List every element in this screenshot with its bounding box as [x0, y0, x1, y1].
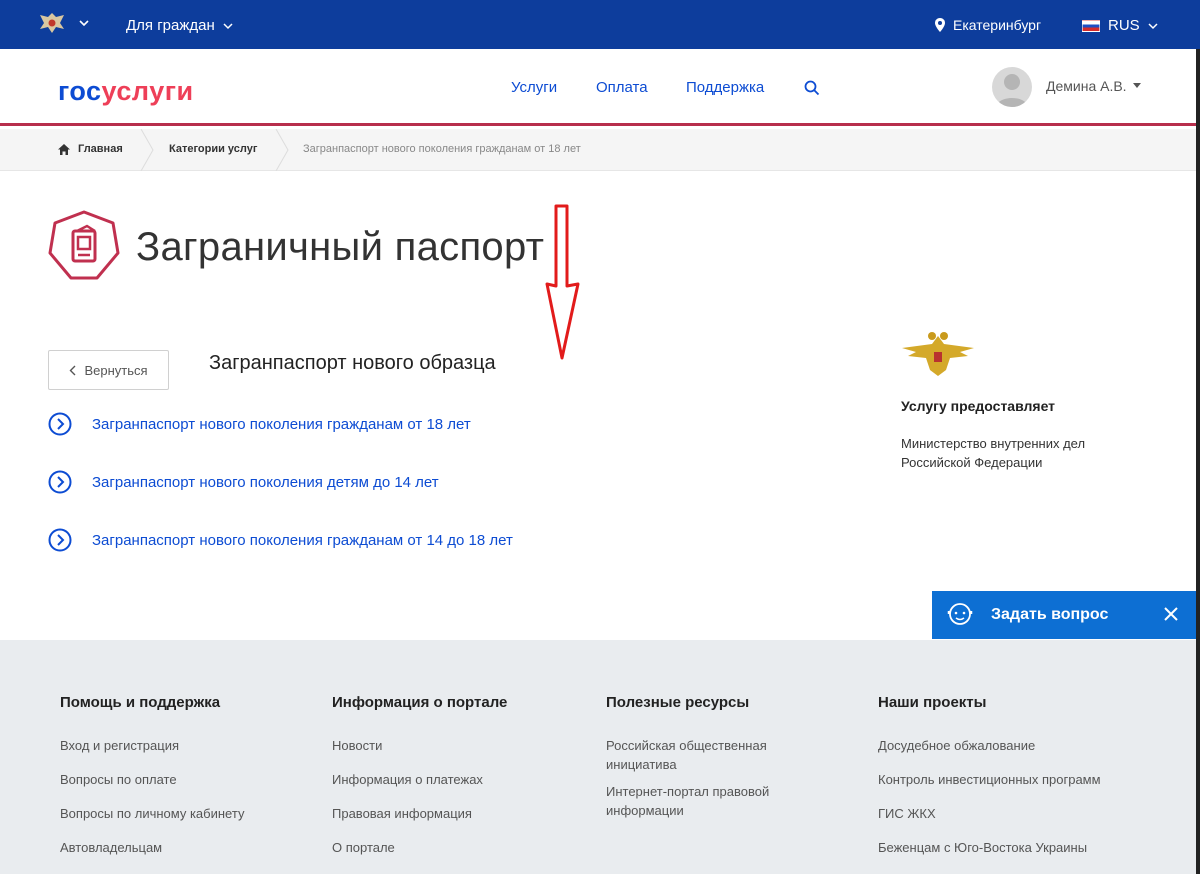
footer-link[interactable]: Интернет-портал правовой информации	[606, 782, 796, 820]
logo-part-gos: гос	[58, 76, 102, 106]
footer-link[interactable]: Досудебное обжалование	[878, 736, 1128, 755]
caret-down-icon	[1132, 83, 1141, 88]
section-subtitle: Загранпаспорт нового образца	[209, 352, 496, 374]
annotation-arrow	[545, 204, 580, 360]
language-selector[interactable]: RUS	[1082, 17, 1158, 34]
window-edge	[1196, 49, 1200, 874]
footer-link[interactable]: Автовладельцам	[60, 838, 310, 857]
chevron-left-icon	[69, 365, 76, 375]
nav-services[interactable]: Услуги	[511, 79, 557, 96]
footer-column-title: Наши проекты	[878, 694, 987, 711]
footer-link[interactable]: ГИС ЖКХ	[878, 804, 1128, 823]
breadcrumb-categories[interactable]: Категории услуг	[169, 143, 257, 155]
ask-question-widget[interactable]: Задать вопрос	[932, 591, 1196, 639]
service-link[interactable]: Загранпаспорт нового поколения детям до …	[48, 470, 439, 494]
location-pin-icon	[935, 18, 945, 32]
chevron-down-icon	[1148, 22, 1158, 29]
footer-column-info: Информация о портале Новости Информация …	[332, 694, 582, 872]
city-selector[interactable]: Екатеринбург	[935, 17, 1041, 33]
footer-link[interactable]: Контроль инвестиционных программ	[878, 770, 1128, 789]
footer-column-help: Помощь и поддержка Вход и регистрация Во…	[60, 694, 310, 872]
footer-link[interactable]: Российская общественная инициатива	[606, 736, 796, 774]
service-link[interactable]: Загранпаспорт нового поколения гражданам…	[48, 412, 471, 436]
footer-column-projects: Наши проекты Досудебное обжалование Конт…	[878, 694, 1128, 872]
support-agent-icon	[947, 603, 973, 625]
audience-label: Для граждан	[126, 17, 215, 34]
breadcrumb-separator	[140, 129, 154, 171]
close-icon[interactable]	[1162, 605, 1180, 623]
footer-column-title: Помощь и поддержка	[60, 694, 221, 711]
site-header: госуслуги Услуги Оплата Поддержка Демина…	[0, 49, 1200, 126]
footer-link[interactable]: Вопросы по оплате	[60, 770, 310, 789]
home-icon[interactable]	[58, 144, 70, 155]
nav-payment[interactable]: Оплата	[596, 79, 648, 96]
back-button-label: Вернуться	[84, 362, 148, 378]
footer-link[interactable]: Вход и регистрация	[60, 736, 310, 755]
service-link-label: Загранпаспорт нового поколения гражданам…	[92, 531, 513, 549]
breadcrumb-current: Загранпаспорт нового поколения гражданам…	[303, 143, 581, 155]
provider-name: Министерство внутренних дел Российской Ф…	[901, 436, 1086, 470]
service-link-label: Загранпаспорт нового поколения гражданам…	[92, 415, 471, 433]
footer-link[interactable]: Вопросы по личному кабинету	[60, 804, 310, 823]
chevron-down-icon[interactable]	[78, 17, 90, 29]
breadcrumb-home[interactable]: Главная	[78, 143, 123, 155]
circle-arrow-icon	[48, 412, 72, 436]
service-link-label: Загранпаспорт нового поколения детям до …	[92, 473, 439, 491]
search-icon[interactable]	[804, 80, 820, 96]
page-title: Заграничный паспорт	[136, 225, 545, 269]
mvd-eagle-emblem	[902, 332, 974, 376]
footer-column-title: Полезные ресурсы	[606, 694, 750, 711]
city-label: Екатеринбург	[953, 17, 1042, 33]
footer-column-title: Информация о портале	[332, 694, 508, 711]
language-label: RUS	[1108, 17, 1140, 34]
breadcrumb-separator	[275, 129, 289, 171]
avatar[interactable]	[992, 67, 1032, 107]
site-footer: Помощь и поддержка Вход и регистрация Во…	[0, 640, 1200, 874]
ask-question-label: Задать вопрос	[991, 606, 1109, 623]
footer-link[interactable]: Правовая информация	[332, 804, 582, 823]
circle-arrow-icon	[48, 528, 72, 552]
footer-link[interactable]: Беженцам с Юго-Востока Украины	[878, 838, 1128, 857]
circle-arrow-icon	[48, 470, 72, 494]
passport-icon	[48, 210, 120, 280]
top-bar: Для граждан Екатеринбург RUS	[0, 0, 1200, 49]
back-button[interactable]: Вернуться	[48, 350, 169, 390]
chevron-down-icon	[223, 22, 233, 29]
user-name: Демина А.В.	[1046, 78, 1127, 94]
logo-part-uslugi: услуги	[101, 76, 194, 106]
footer-link[interactable]: Информация о платежах	[332, 770, 582, 789]
breadcrumb: Главная Категории услуг Загранпаспорт но…	[0, 129, 1200, 171]
gosuslugi-logo[interactable]: госуслуги	[58, 76, 194, 107]
service-link[interactable]: Загранпаспорт нового поколения гражданам…	[48, 528, 513, 552]
flag-icon	[1082, 19, 1100, 32]
footer-column-resources: Полезные ресурсы Российская общественная…	[606, 694, 856, 828]
audience-dropdown[interactable]: Для граждан	[126, 17, 233, 34]
provider-heading: Услугу предоставляет	[901, 398, 1056, 414]
footer-link[interactable]: Новости	[332, 736, 582, 755]
nav-support[interactable]: Поддержка	[686, 79, 764, 96]
footer-link[interactable]: О портале	[332, 838, 582, 857]
emblem-icon[interactable]	[38, 11, 66, 35]
user-menu[interactable]: Демина А.В.	[1046, 78, 1141, 94]
